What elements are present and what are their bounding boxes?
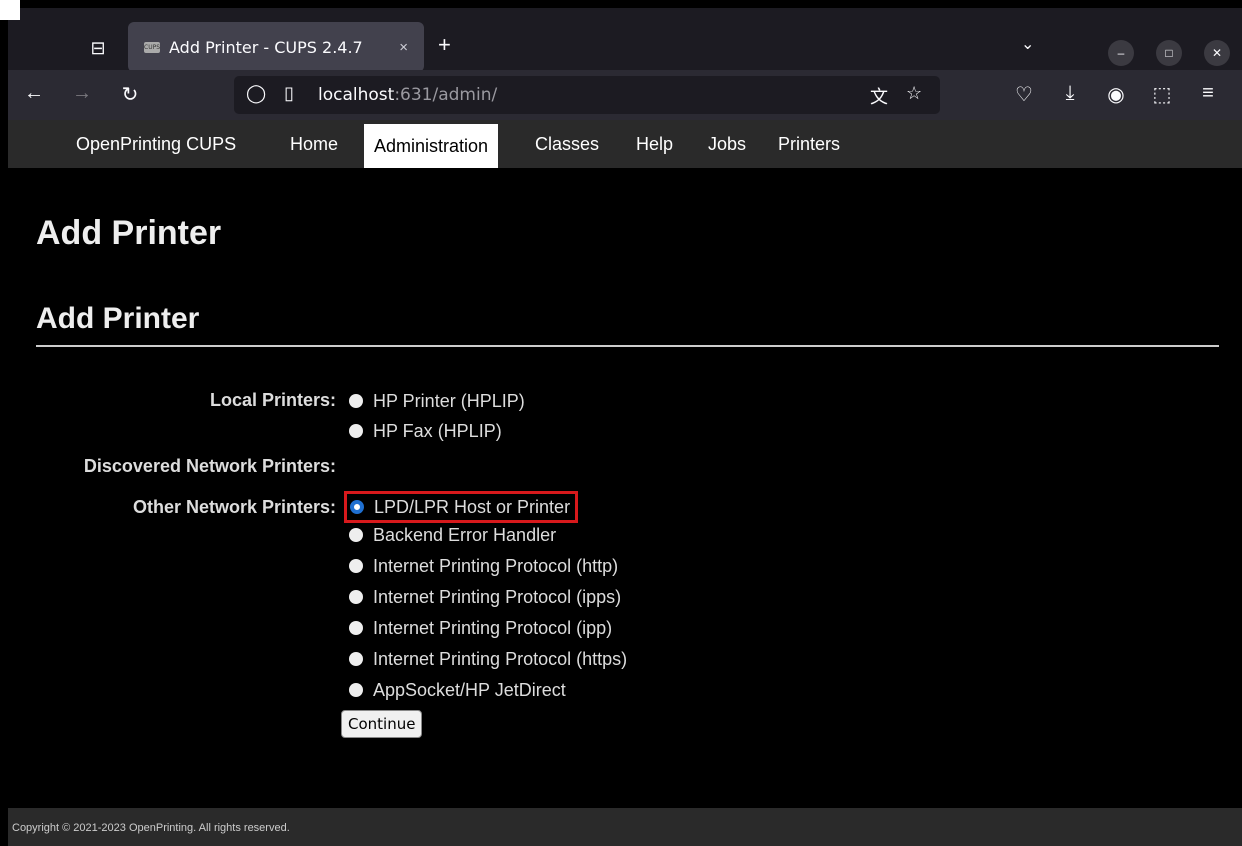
radio-option-lpd-lpr[interactable]: LPD/LPR Host or Printer	[344, 491, 579, 523]
menu-icon[interactable]: ≡	[1194, 82, 1222, 105]
nav-brand[interactable]: OpenPrinting CUPS	[66, 120, 246, 168]
nav-printers[interactable]: Printers	[768, 120, 850, 168]
radio-option-hp-printer[interactable]: HP Printer (HPLIP)	[349, 388, 525, 414]
radio-option-ipp-http[interactable]: Internet Printing Protocol (http)	[349, 553, 618, 579]
url-path: :631/admin/	[394, 85, 498, 105]
page-title: Add Printer	[36, 214, 222, 252]
translate-icon[interactable]: 文	[870, 83, 888, 109]
tracking-shield-icon[interactable]: ◯	[246, 83, 266, 104]
discovered-printers-label: Discovered Network Printers:	[83, 456, 336, 476]
copyright-text: Copyright © 2021-2023 OpenPrinting. All …	[12, 822, 290, 834]
url-text[interactable]: localhost:631/admin/	[318, 85, 497, 105]
close-window-icon[interactable]: ✕	[1204, 40, 1230, 66]
nav-classes[interactable]: Classes	[525, 120, 609, 168]
url-host: localhost	[318, 85, 395, 105]
tab-title: Add Printer - CUPS 2.4.7	[169, 37, 363, 57]
bookmark-star-icon[interactable]: ☆	[906, 83, 922, 104]
downloads-icon[interactable]: ⤓	[1056, 82, 1084, 105]
option-label: AppSocket/HP JetDirect	[373, 679, 566, 700]
radio-button[interactable]	[349, 528, 363, 542]
radio-button[interactable]	[349, 424, 363, 438]
list-all-tabs-icon[interactable]: ⌄	[1021, 34, 1034, 54]
radio-option-appsocket[interactable]: AppSocket/HP JetDirect	[349, 677, 566, 703]
forward-icon[interactable]: →	[68, 82, 96, 105]
browser-nav-bar: ← → ↻ ◯ ▯ localhost:631/admin/ 文 ☆ ♡ ⤓ ◉…	[8, 70, 1242, 120]
option-label: HP Printer (HPLIP)	[373, 390, 525, 411]
minimize-icon[interactable]: –	[1108, 40, 1134, 66]
radio-option-backend-error[interactable]: Backend Error Handler	[349, 522, 556, 548]
active-tab[interactable]: CUPS Add Printer - CUPS 2.4.7 ×	[128, 22, 424, 72]
page-content: Add Printer Add Printer Local Printers: …	[8, 168, 1242, 808]
tab-overview-icon[interactable]: ⊟	[78, 28, 118, 68]
option-label: Backend Error Handler	[373, 524, 557, 545]
radio-button[interactable]	[349, 652, 363, 666]
account-icon[interactable]: ◉	[1102, 82, 1130, 107]
radio-option-hp-fax[interactable]: HP Fax (HPLIP)	[349, 418, 502, 444]
url-bar[interactable]: ◯ ▯ localhost:631/admin/ 文 ☆	[234, 76, 940, 114]
continue-button[interactable]: Continue	[341, 710, 423, 738]
radio-option-ipp-ipp[interactable]: Internet Printing Protocol (ipp)	[349, 615, 612, 641]
page-footer: Copyright © 2021-2023 OpenPrinting. All …	[8, 808, 1242, 846]
option-label: Internet Printing Protocol (ipps)	[373, 586, 622, 607]
page-info-icon[interactable]: ▯	[284, 83, 294, 104]
maximize-icon[interactable]: □	[1156, 40, 1182, 66]
cups-nav: OpenPrinting CUPS Home Administration Cl…	[8, 120, 1242, 168]
reload-icon[interactable]: ↻	[116, 82, 144, 107]
extensions-icon[interactable]: ⬚	[1148, 82, 1176, 107]
radio-option-ipp-https[interactable]: Internet Printing Protocol (https)	[349, 646, 627, 672]
section-title: Add Printer	[36, 302, 200, 335]
local-printers-label: Local Printers:	[209, 390, 336, 410]
option-label: Internet Printing Protocol (ipp)	[373, 617, 613, 638]
option-label: HP Fax (HPLIP)	[373, 420, 502, 441]
radio-button[interactable]	[349, 621, 363, 635]
radio-option-ipp-ipps[interactable]: Internet Printing Protocol (ipps)	[349, 584, 621, 610]
option-label: LPD/LPR Host or Printer	[374, 496, 571, 517]
pocket-icon[interactable]: ♡	[1010, 82, 1038, 107]
new-tab-button[interactable]: +	[438, 32, 451, 58]
radio-button-selected[interactable]	[350, 500, 364, 514]
section-divider	[36, 345, 1219, 347]
radio-button[interactable]	[349, 590, 363, 604]
cups-favicon-icon: CUPS	[144, 41, 161, 53]
back-icon[interactable]: ←	[20, 82, 48, 105]
tab-close-icon[interactable]: ×	[399, 39, 408, 56]
radio-button[interactable]	[349, 683, 363, 697]
browser-tab-bar: ⊟ CUPS Add Printer - CUPS 2.4.7 × + ⌄ – …	[0, 0, 1242, 72]
nav-help[interactable]: Help	[626, 120, 683, 168]
radio-button[interactable]	[349, 394, 363, 408]
option-label: Internet Printing Protocol (http)	[373, 555, 619, 576]
nav-home[interactable]: Home	[280, 120, 348, 168]
nav-jobs[interactable]: Jobs	[698, 120, 756, 168]
other-printers-label: Other Network Printers:	[132, 497, 336, 517]
radio-button[interactable]	[349, 559, 363, 573]
option-label: Internet Printing Protocol (https)	[373, 648, 628, 669]
window-corner	[0, 0, 20, 20]
nav-administration[interactable]: Administration	[364, 124, 499, 168]
